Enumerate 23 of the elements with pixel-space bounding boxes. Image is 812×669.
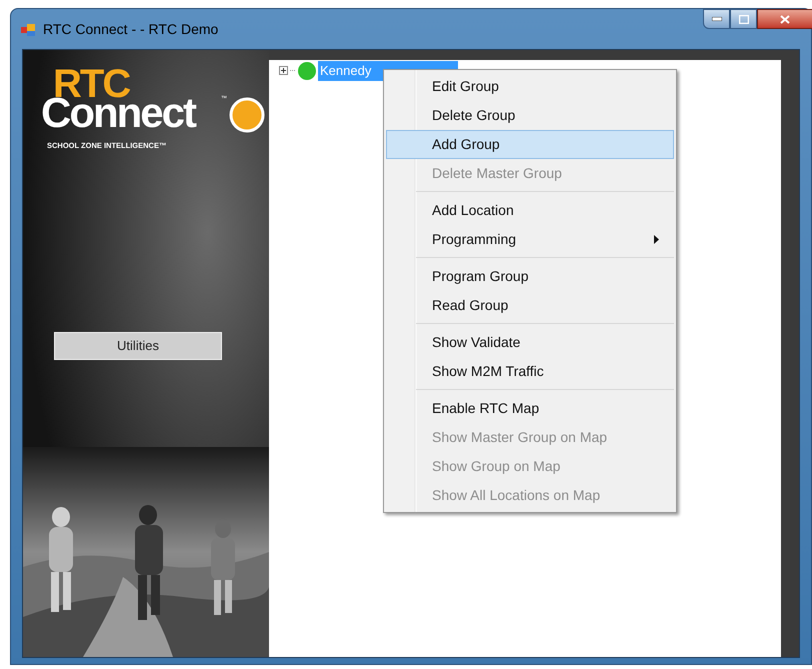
menu-item[interactable]: Program Group: [386, 262, 674, 291]
menu-item[interactable]: Edit Group: [386, 72, 674, 101]
window-title: RTC Connect - - RTC Demo: [43, 20, 218, 39]
menu-item[interactable]: Enable RTC Map: [386, 394, 674, 423]
expander-icon[interactable]: [279, 66, 288, 76]
menu-item[interactable]: Add Group: [386, 130, 674, 159]
maximize-button[interactable]: [730, 9, 757, 29]
menu-item[interactable]: Show Validate: [386, 328, 674, 357]
close-icon: [780, 14, 790, 24]
logo-circle-icon: [229, 97, 265, 133]
app-icon: [21, 24, 35, 36]
menu-item[interactable]: Add Location: [386, 196, 674, 225]
menu-item[interactable]: Delete Group: [386, 101, 674, 130]
menu-item[interactable]: Read Group: [386, 291, 674, 320]
close-button[interactable]: [757, 9, 812, 29]
maximize-icon: [738, 14, 748, 24]
minimize-icon: [712, 17, 722, 21]
menu-item[interactable]: Programming: [386, 225, 674, 254]
minimize-button[interactable]: [703, 9, 730, 29]
menu-item[interactable]: Show M2M Traffic: [386, 357, 674, 386]
utilities-button[interactable]: Utilities: [54, 332, 222, 360]
submenu-arrow-icon: [654, 235, 659, 244]
tree-line: [290, 70, 296, 72]
